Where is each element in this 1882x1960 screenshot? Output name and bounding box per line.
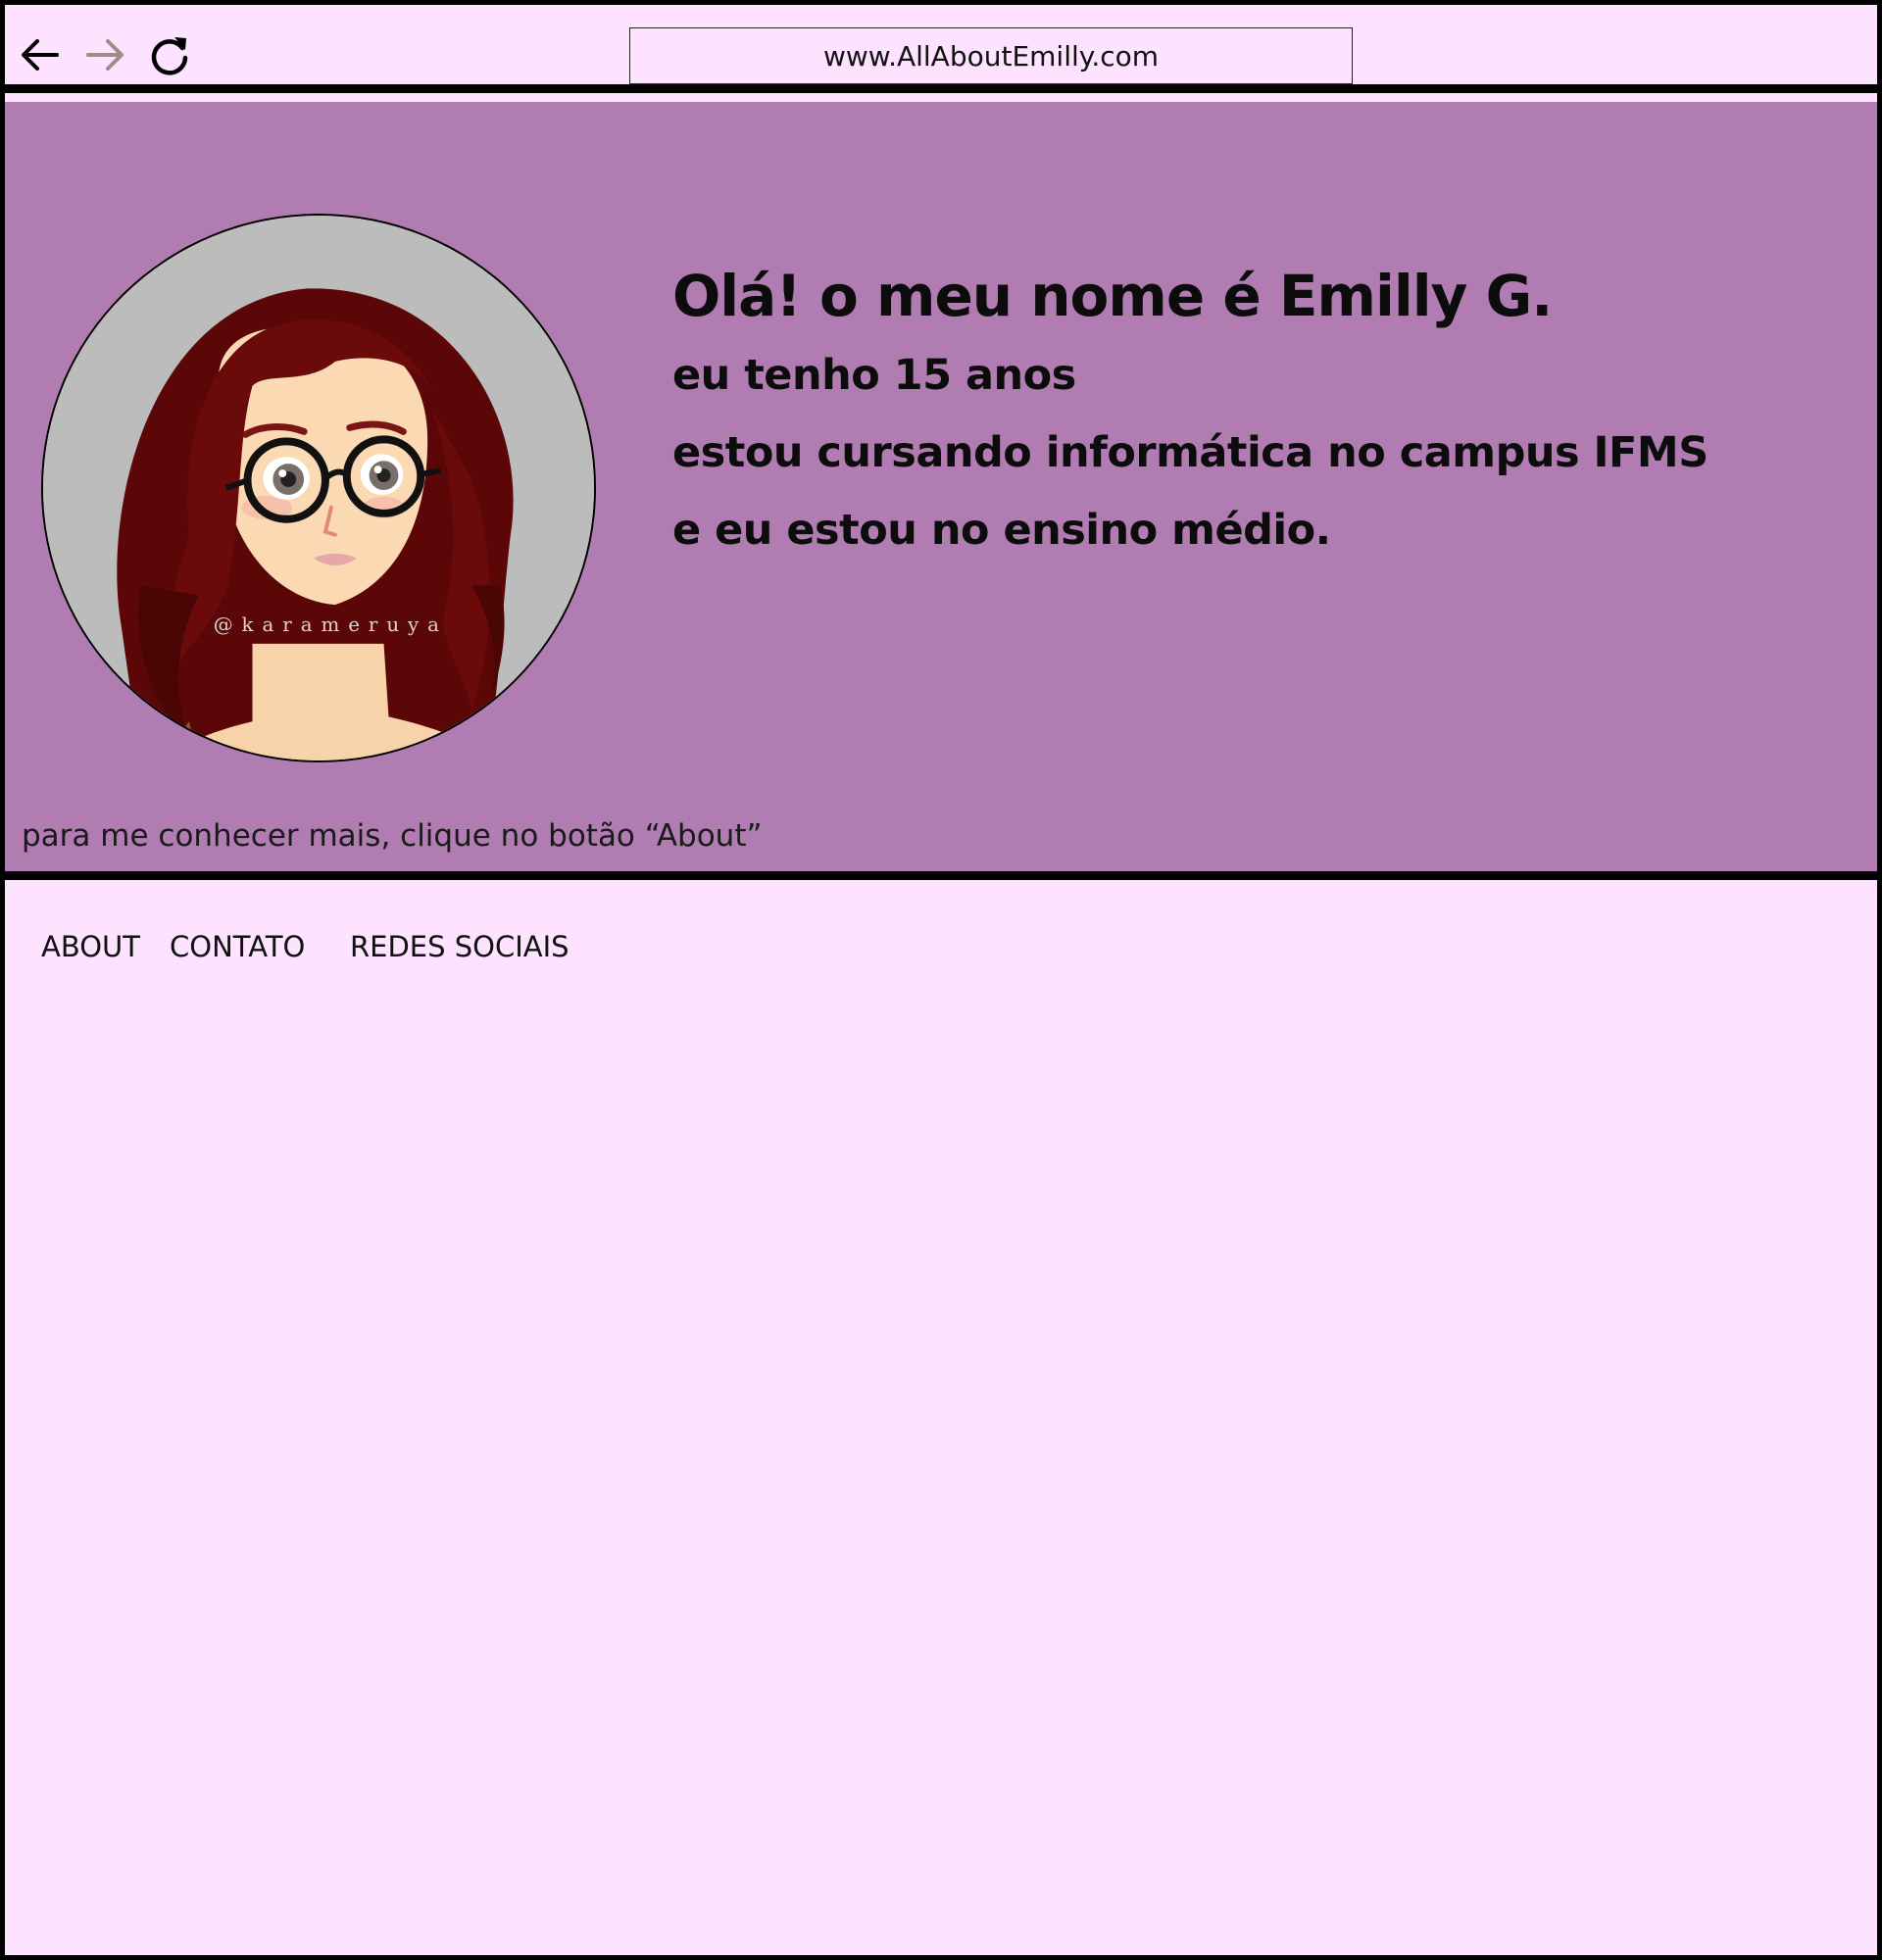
intro-line-age: eu tenho 15 anos [672,351,1076,400]
avatar-illustration: @karameruya [43,216,594,760]
address-bar[interactable]: www.AllAboutEmilly.com [629,27,1353,84]
nav-link-redes-sociais[interactable]: REDES SOCIAIS [350,930,570,963]
reload-icon [151,37,188,75]
arrow-right-icon [86,39,124,71]
nav-link-contato[interactable]: CONTATO [170,930,305,963]
site-navigation: ABOUT CONTATO REDES SOCIAIS [5,889,1877,977]
intro-line-school: e eu estou no ensino médio. [672,506,1331,555]
browser-toolbar: www.AllAboutEmilly.com [5,5,1877,93]
reload-button[interactable] [146,31,193,78]
back-button[interactable] [17,31,64,78]
browser-window: www.AllAboutEmilly.com @karameruya Olá! … [0,0,1882,1960]
svg-text:@karameruya: @karameruya [214,613,448,636]
arrow-left-icon [22,39,59,71]
hero-section: @karameruya Olá! o meu nome é Emilly G. … [5,102,1877,880]
nav-link-about[interactable]: ABOUT [41,930,140,963]
about-hint-text: para me conhecer mais, clique no botão “… [22,818,763,854]
intro-line-course: estou cursando informática no campus IFM… [672,428,1709,477]
intro-title: Olá! o meu nome é Emilly G. [672,263,1553,329]
intro-text: Olá! o meu nome é Emilly G. eu tenho 15 … [672,259,1849,569]
forward-button[interactable] [81,31,128,78]
profile-avatar: @karameruya [41,214,596,762]
